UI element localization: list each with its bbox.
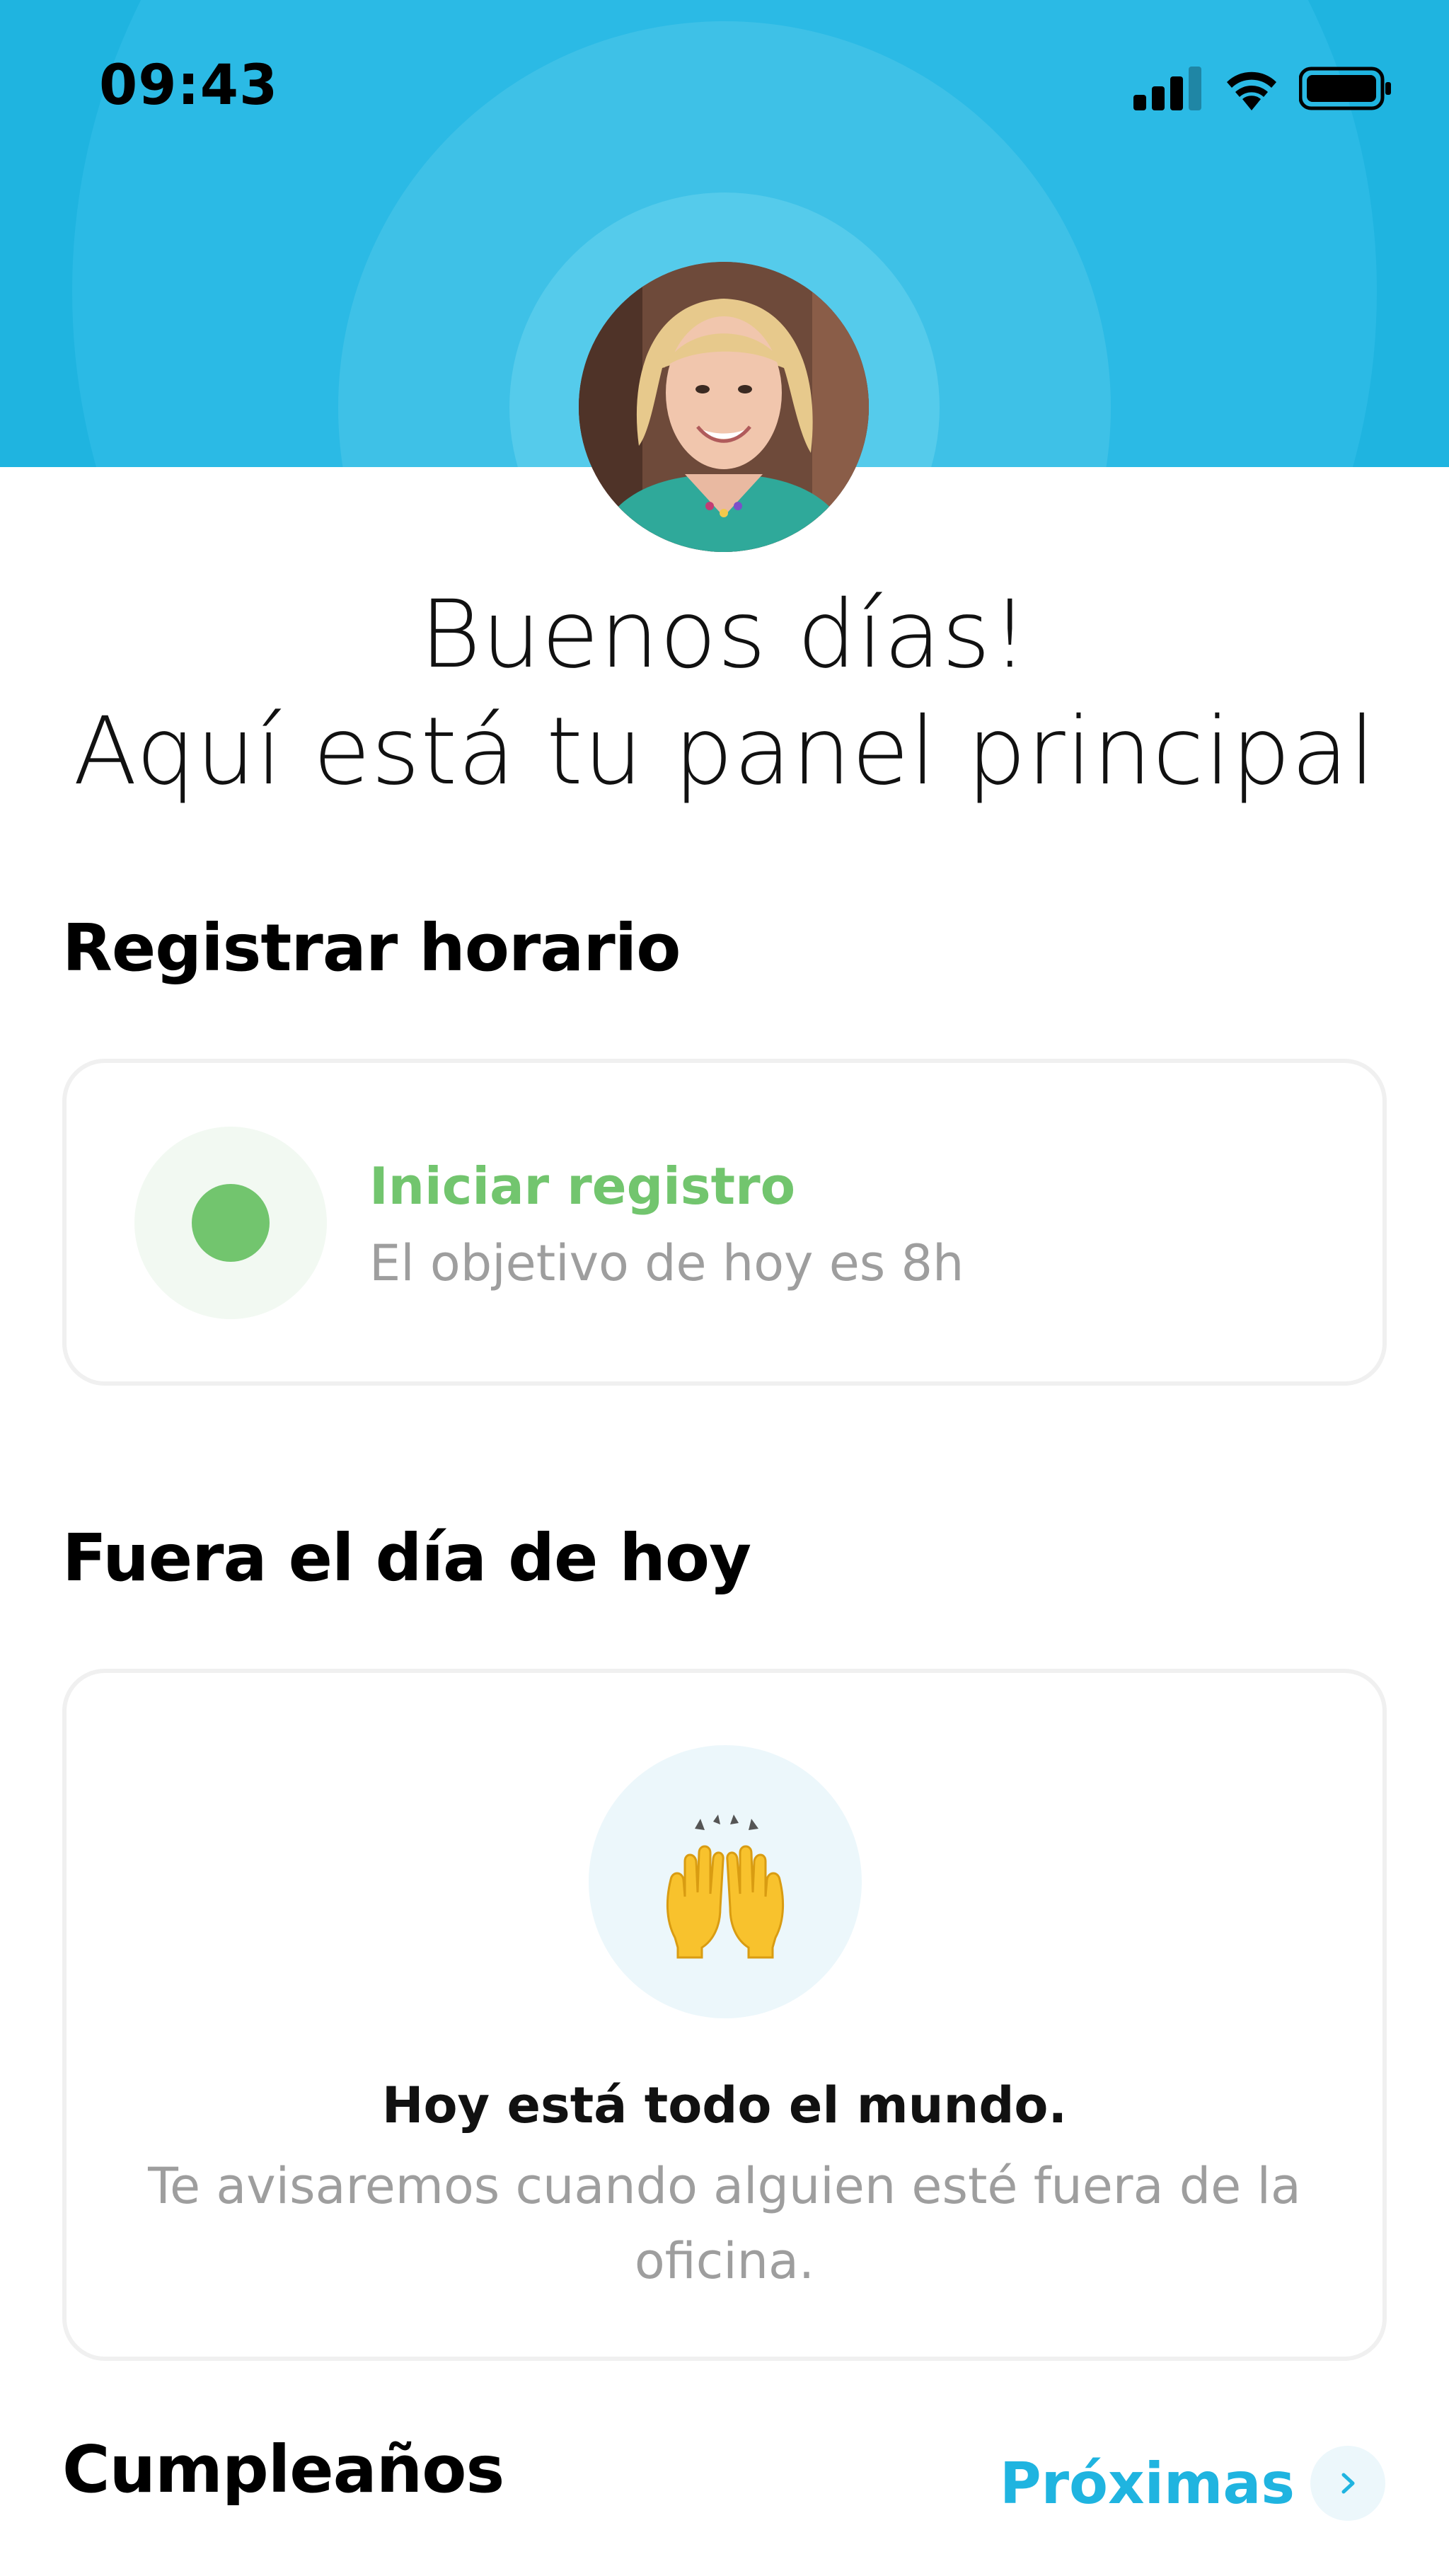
record-status-icon: [134, 1127, 327, 1319]
upcoming-birthdays-link[interactable]: Próximas: [1000, 2446, 1385, 2521]
wifi-icon: [1227, 71, 1276, 110]
status-time: 09:43: [99, 54, 279, 117]
upcoming-label[interactable]: Próximas: [1000, 2451, 1295, 2517]
start-tracking-card[interactable]: Iniciar registro El objetivo de hoy es 8…: [62, 1059, 1387, 1386]
raising-hands-icon: [666, 1815, 785, 1959]
out-today-title: Fuera el día de hoy: [62, 1520, 751, 1596]
avatar-photo: [579, 262, 869, 552]
out-today-card: Hoy está todo el mundo. Te avisaremos cu…: [62, 1669, 1387, 2361]
cellular-signal-icon: [1133, 64, 1203, 110]
battery-icon: [1299, 67, 1391, 110]
record-dot-icon: [192, 1184, 270, 1262]
empty-state-title: Hoy está todo el mundo.: [381, 2076, 1068, 2134]
daily-goal-text: El objetivo de hoy es 8h: [369, 1234, 964, 1292]
birthdays-title: Cumpleaños: [62, 2432, 504, 2507]
greeting-title: Buenos días!: [420, 580, 1029, 689]
start-tracking-label[interactable]: Iniciar registro: [369, 1156, 795, 1216]
chevron-right-icon[interactable]: [1310, 2446, 1385, 2521]
time-tracking-title: Registrar horario: [62, 910, 681, 986]
empty-state-message: Te avisaremos cuando alguien esté fuera …: [148, 2157, 1301, 2290]
greeting-subtitle: Aquí está tu panel principal: [73, 697, 1376, 806]
raising-hands-icon-wrap: [589, 1745, 862, 2018]
user-avatar[interactable]: [579, 262, 869, 552]
